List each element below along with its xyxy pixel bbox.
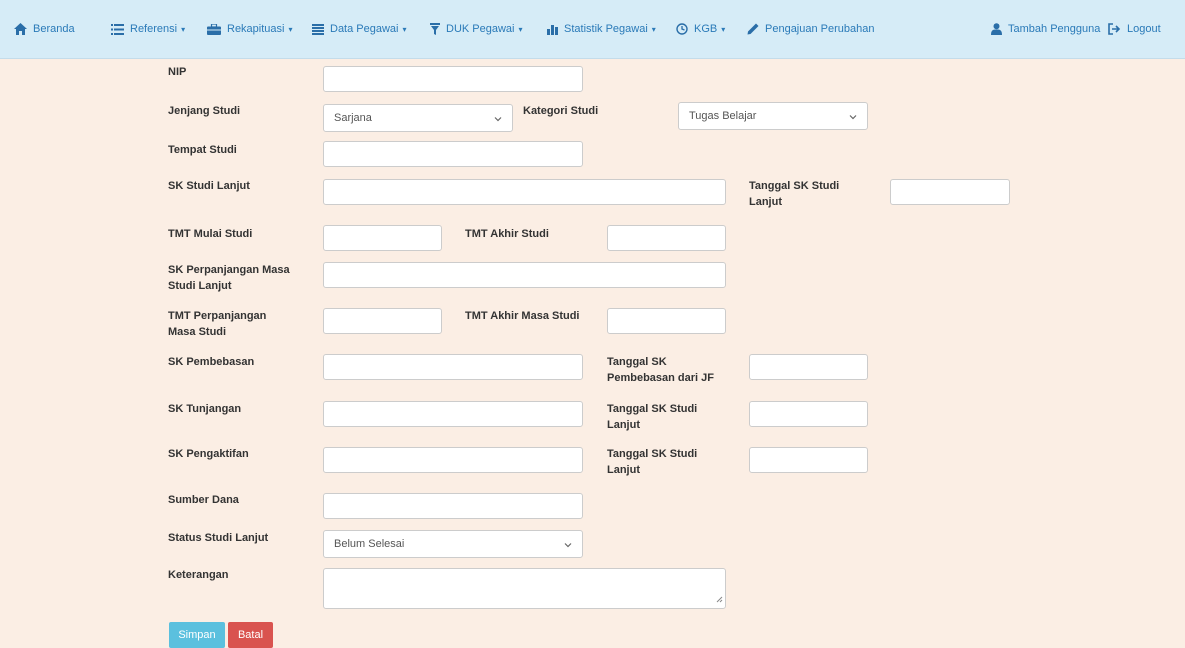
label-tmt-akhir-studi: TMT Akhir Studi xyxy=(465,228,549,240)
bar-chart-icon xyxy=(547,23,558,35)
tempat-studi-input[interactable] xyxy=(323,141,583,167)
clock-icon xyxy=(676,23,688,35)
home-icon xyxy=(14,23,27,35)
sk-tunjangan-input[interactable] xyxy=(323,401,583,427)
nav-data-pegawai-label: Data Pegawai xyxy=(330,23,399,35)
nav-rekapituasi[interactable]: Rekapituasi ▾ xyxy=(207,0,293,58)
caret-down-icon: ▾ xyxy=(518,24,523,34)
nav-kgb-label: KGB xyxy=(694,23,718,35)
chevron-down-icon xyxy=(494,114,502,126)
nav-data-pegawai[interactable]: Data Pegawai ▾ xyxy=(312,0,407,58)
label-tmt-mulai-studi: TMT Mulai Studi xyxy=(168,228,253,240)
label-sk-perpanjangan: SK Perpanjangan Masa Studi Lanjut xyxy=(168,264,290,292)
nav-duk-pegawai-label: DUK Pegawai xyxy=(446,23,515,35)
caret-down-icon: ▾ xyxy=(651,24,656,34)
keterangan-textarea[interactable] xyxy=(323,568,726,609)
label-tempat-studi: Tempat Studi xyxy=(168,144,237,156)
tanggal-sk-tunjangan-input[interactable] xyxy=(749,401,868,427)
nav-tambah-pengguna-label: Tambah Pengguna xyxy=(1008,23,1101,35)
label-tanggal-sk-pembebasan: Tanggal SK Pembebasan dari JF xyxy=(607,356,714,384)
label-tmt-perpanjangan: TMT Perpanjangan Masa Studi xyxy=(168,310,267,338)
label-sk-tunjangan: SK Tunjangan xyxy=(168,403,242,415)
label-sk-pembebasan: SK Pembebasan xyxy=(168,356,255,368)
caret-down-icon: ▾ xyxy=(721,24,726,34)
simpan-button[interactable]: Simpan xyxy=(169,622,225,648)
tmt-mulai-studi-input[interactable] xyxy=(323,225,442,251)
chevron-down-icon xyxy=(849,112,857,124)
top-navbar: Beranda Referensi ▾ Rekapituasi ▾ Data P… xyxy=(0,0,1185,59)
caret-down-icon: ▾ xyxy=(181,24,186,34)
jenjang-studi-select[interactable]: Sarjana xyxy=(323,104,513,132)
label-tanggal-sk-pengaktifan: Tanggal SK Studi Lanjut xyxy=(607,448,698,476)
nav-referensi[interactable]: Referensi ▾ xyxy=(111,0,185,58)
sk-studi-lanjut-input[interactable] xyxy=(323,179,726,205)
align-justify-icon xyxy=(312,23,324,35)
sumber-dana-input[interactable] xyxy=(323,493,583,519)
sk-perpanjangan-input[interactable] xyxy=(323,262,726,288)
filter-icon xyxy=(430,23,440,35)
kategori-studi-value: Tugas Belajar xyxy=(689,110,757,122)
logout-icon xyxy=(1108,23,1121,35)
label-sumber-dana: Sumber Dana xyxy=(168,494,239,506)
caret-down-icon: ▾ xyxy=(288,24,293,34)
nav-statistik-pegawai-label: Statistik Pegawai xyxy=(564,23,648,35)
tmt-perpanjangan-input[interactable] xyxy=(323,308,442,334)
label-sk-studi-lanjut: SK Studi Lanjut xyxy=(168,180,250,192)
label-keterangan: Keterangan xyxy=(168,569,229,581)
pencil-icon xyxy=(747,23,759,35)
nav-tambah-pengguna[interactable]: Tambah Pengguna xyxy=(991,0,1100,58)
sk-pengaktifan-input[interactable] xyxy=(323,447,583,473)
tmt-akhir-masa-studi-input[interactable] xyxy=(607,308,726,334)
label-jenjang-studi: Jenjang Studi xyxy=(168,105,241,117)
tanggal-sk-studi-lanjut-input[interactable] xyxy=(890,179,1010,205)
nav-logout[interactable]: Logout xyxy=(1108,0,1161,58)
nav-pengajuan-perubahan-label: Pengajuan Perubahan xyxy=(765,23,875,35)
batal-button[interactable]: Batal xyxy=(228,622,273,648)
status-studi-lanjut-select[interactable]: Belum Selesai xyxy=(323,530,583,558)
chevron-down-icon xyxy=(564,540,572,552)
nav-rekapituasi-label: Rekapituasi xyxy=(227,23,285,35)
nav-beranda[interactable]: Beranda xyxy=(14,0,75,58)
label-tanggal-sk-tunjangan: Tanggal SK Studi Lanjut xyxy=(607,403,698,431)
nav-referensi-label: Referensi xyxy=(130,23,178,35)
label-nip: NIP xyxy=(168,66,187,78)
nav-kgb[interactable]: KGB ▾ xyxy=(676,0,725,58)
jenjang-studi-value: Sarjana xyxy=(334,112,372,124)
kategori-studi-select[interactable]: Tugas Belajar xyxy=(678,102,868,130)
label-tanggal-sk-studi-lanjut: Tanggal SK Studi Lanjut xyxy=(749,180,840,208)
nav-logout-label: Logout xyxy=(1127,23,1161,35)
label-tmt-akhir-masa-studi: TMT Akhir Masa Studi xyxy=(465,310,580,322)
nip-input[interactable] xyxy=(323,66,583,92)
label-status-studi-lanjut: Status Studi Lanjut xyxy=(168,532,269,544)
sk-pembebasan-input[interactable] xyxy=(323,354,583,380)
tanggal-sk-pembebasan-input[interactable] xyxy=(749,354,868,380)
status-studi-lanjut-value: Belum Selesai xyxy=(334,538,405,550)
nav-beranda-label: Beranda xyxy=(33,23,75,35)
caret-down-icon: ▾ xyxy=(402,24,407,34)
briefcase-icon xyxy=(207,23,221,35)
tmt-akhir-studi-input[interactable] xyxy=(607,225,726,251)
user-icon xyxy=(991,23,1002,35)
resize-grip-icon[interactable] xyxy=(716,592,723,606)
nav-pengajuan-perubahan[interactable]: Pengajuan Perubahan xyxy=(747,0,874,58)
list-icon xyxy=(111,23,124,35)
label-sk-pengaktifan: SK Pengaktifan xyxy=(168,448,249,460)
nav-duk-pegawai[interactable]: DUK Pegawai ▾ xyxy=(430,0,523,58)
label-kategori-studi: Kategori Studi xyxy=(523,105,599,117)
tanggal-sk-pengaktifan-input[interactable] xyxy=(749,447,868,473)
nav-statistik-pegawai[interactable]: Statistik Pegawai ▾ xyxy=(547,0,656,58)
